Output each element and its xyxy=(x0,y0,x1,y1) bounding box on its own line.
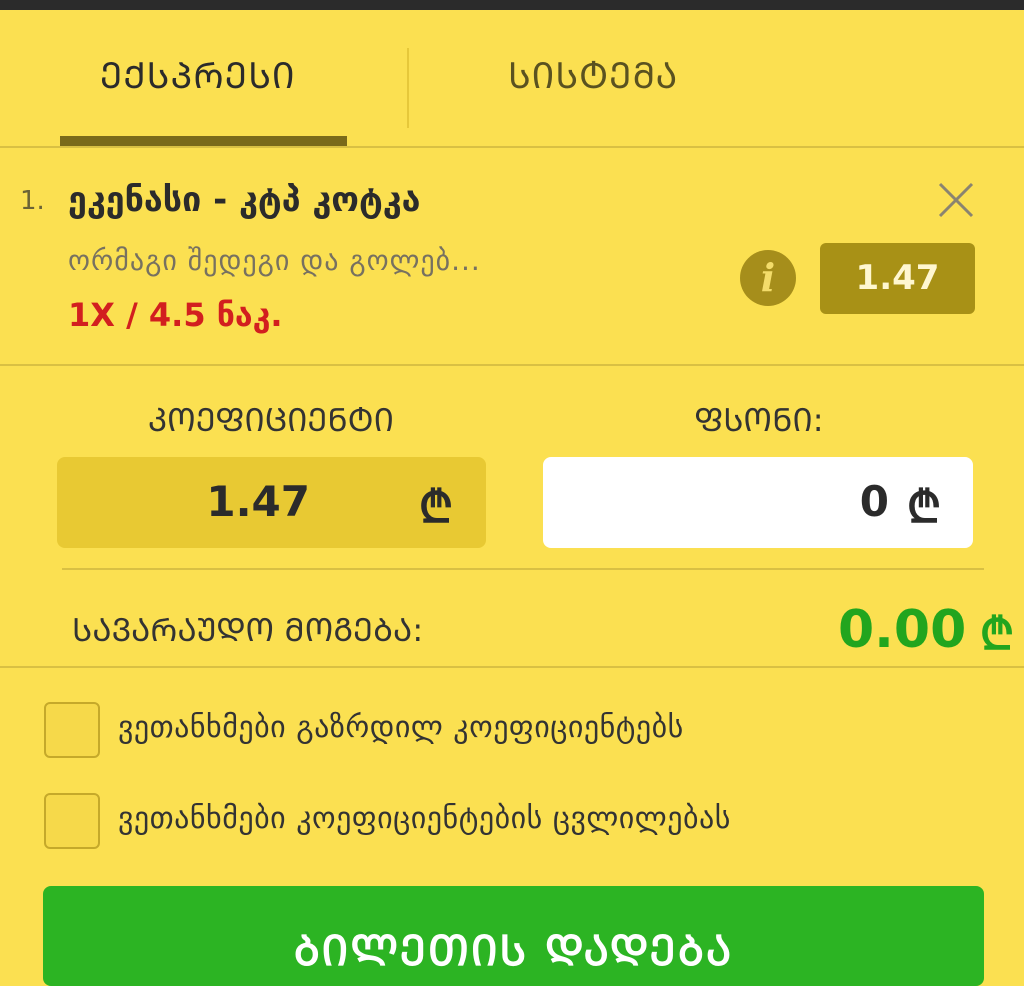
remove-bet-button[interactable] xyxy=(934,178,978,222)
tab-system[interactable]: ᲡᲘᲡᲢᲔᲛᲐ xyxy=(508,50,678,99)
divider xyxy=(0,364,1024,366)
potential-win-label: ᲡᲐᲕᲐᲠᲐᲣᲓᲝ ᲛᲝᲒᲔᲑᲐ: xyxy=(72,611,424,649)
coefficient-value: 1.47 xyxy=(206,477,310,526)
accept-odds-change-checkbox[interactable] xyxy=(44,793,100,849)
close-icon xyxy=(938,182,974,218)
stake-label: ᲤᲡᲝᲜᲘ: xyxy=(694,401,824,439)
info-icon[interactable]: i xyxy=(740,250,796,306)
lari-icon: ₾ xyxy=(907,482,941,533)
place-bet-button[interactable]: ᲑᲘᲚᲔᲗᲘᲡ ᲓᲐᲓᲔᲑᲐ xyxy=(43,886,984,986)
accept-increased-odds-checkbox[interactable] xyxy=(44,702,100,758)
bet-event-title: ეკენასი - კტპ კოტკა xyxy=(68,180,421,220)
stake-value[interactable]: 0 xyxy=(860,477,889,526)
bet-type-tabs: ᲔᲥᲡᲞᲠᲔᲡᲘ ᲡᲘᲡᲢᲔᲛᲐ xyxy=(0,10,1024,146)
active-tab-indicator xyxy=(60,136,347,146)
bet-market: ორმაგი შედეგი და გოლებ... xyxy=(68,244,481,277)
bet-pick: 1X / 4.5 ნაკ. xyxy=(68,296,283,334)
coefficient-label: ᲙᲝᲔᲤᲘᲪᲘᲔᲜᲢᲘ xyxy=(148,401,394,439)
divider xyxy=(0,666,1024,668)
accept-increased-odds-label: ვეთანხმები გაზრდილ კოეფიციენტებს xyxy=(118,710,684,745)
divider xyxy=(62,568,984,570)
potential-win-value: 0.00 xyxy=(838,600,967,660)
coefficient-field: 1.47 ₾ xyxy=(57,457,486,548)
lari-icon: ₾ xyxy=(980,609,1014,660)
stake-input[interactable]: 0 ₾ xyxy=(543,457,973,548)
tab-divider xyxy=(407,48,409,128)
tab-express[interactable]: ᲔᲥᲡᲞᲠᲔᲡᲘ xyxy=(100,50,296,99)
accept-odds-change-label: ვეთანხმები კოეფიციენტების ცვლილებას xyxy=(118,801,731,836)
top-bar xyxy=(0,0,1024,10)
odds-badge: 1.47 xyxy=(820,243,975,314)
lari-icon: ₾ xyxy=(419,482,453,533)
divider xyxy=(0,146,1024,148)
bet-index: 1. xyxy=(20,186,45,216)
